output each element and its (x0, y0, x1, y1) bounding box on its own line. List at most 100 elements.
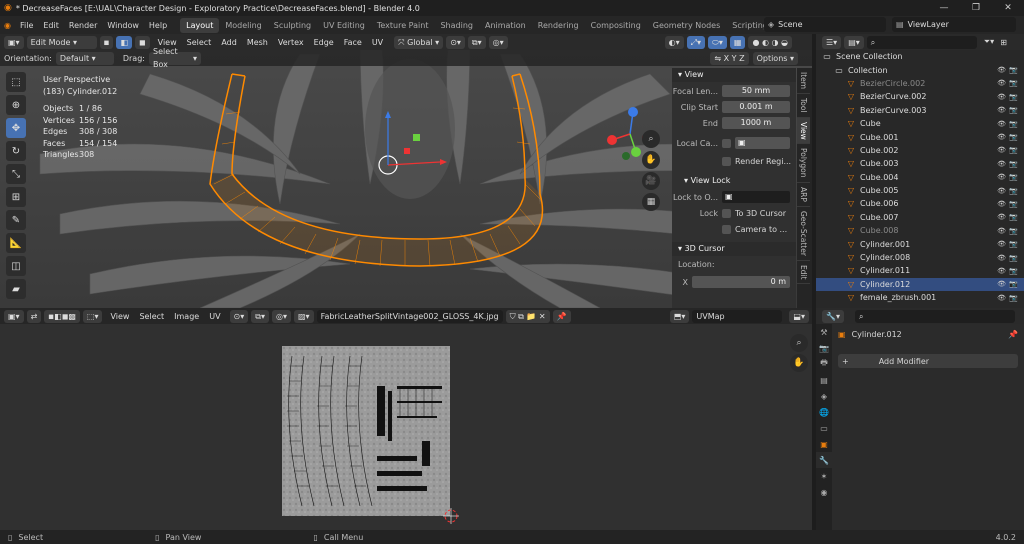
move-tool-icon[interactable]: ✥ (6, 118, 26, 138)
tab-view[interactable]: View (797, 117, 810, 145)
render-camera-icon[interactable]: 📷 (1009, 106, 1018, 114)
tab-animation[interactable]: Animation (479, 18, 532, 33)
3d-cursor-section-header[interactable]: ▾ 3D Cursor (672, 242, 796, 256)
uv-editor-type-icon[interactable]: ▣▾ (4, 309, 24, 323)
visibility-eye-icon[interactable]: 👁 (997, 133, 1006, 141)
clip-end-field[interactable]: 1000 m (722, 117, 790, 129)
clip-start-field[interactable]: 0.001 m (722, 101, 790, 113)
filter-icon[interactable]: ⏷▾ (984, 37, 994, 47)
uv-menu-view[interactable]: View (110, 312, 129, 321)
view-layer-selector[interactable]: ▤ ViewLayer (892, 17, 1016, 32)
add-modifier-button[interactable]: + Add Modifier (838, 354, 1018, 368)
lock-to-object-field[interactable]: ▣ (722, 191, 790, 203)
gizmo-toggle-icon[interactable]: ⤢▾ (686, 35, 706, 49)
outliner-item[interactable]: ▽ female_zbrush.001 👁 📷 (816, 291, 1024, 304)
outliner-item[interactable]: ▽ Cube 👁 📷 (816, 117, 1024, 130)
uv-snap-icon[interactable]: ⧉▾ (251, 309, 269, 323)
face-select-icon[interactable]: ◼ (135, 35, 150, 49)
properties-editor-type-icon[interactable]: 🔧▾ (822, 309, 844, 323)
visibility-eye-icon[interactable]: 👁 (997, 120, 1006, 128)
uv-zoom-icon[interactable]: ⌕ (790, 334, 808, 352)
menu-edge[interactable]: Edge (314, 38, 334, 47)
visibility-eye-icon[interactable]: 👁 (997, 254, 1006, 262)
shading-mode-icons[interactable]: ● ◐ ◑ ◒ (748, 35, 792, 49)
visibility-eye-icon[interactable]: 👁 (997, 160, 1006, 168)
menu-help[interactable]: Help (149, 21, 167, 30)
particles-tab-icon[interactable]: ✶ (816, 468, 832, 484)
menu-face[interactable]: Face (344, 38, 362, 47)
lock-3d-cursor-checkbox[interactable] (722, 208, 731, 218)
select-box-tool-icon[interactable]: ⬚ (6, 72, 26, 92)
tab-sculpting[interactable]: Sculpting (268, 18, 317, 33)
outliner-item[interactable]: ▽ BezierCurve.002 👁 📷 (816, 90, 1024, 103)
menu-mesh[interactable]: Mesh (247, 38, 268, 47)
tab-compositing[interactable]: Compositing (585, 18, 647, 33)
visibility-eye-icon[interactable]: 👁 (997, 173, 1006, 181)
camera-view-icon[interactable]: 🎥 (642, 172, 660, 190)
render-camera-icon[interactable]: 📷 (1009, 267, 1018, 275)
collection-tab-icon[interactable]: ▭ (816, 420, 832, 436)
transform-tool-icon[interactable]: ⊞ (6, 187, 26, 207)
ortho-grid-icon[interactable]: ▦ (642, 193, 660, 211)
tab-arp[interactable]: ARP (797, 183, 810, 207)
outliner-item[interactable]: ▽ Cube.001 👁 📷 (816, 130, 1024, 143)
render-camera-icon[interactable]: 📷 (1009, 200, 1018, 208)
outliner-item[interactable]: ▽ Cube.002 👁 📷 (816, 144, 1024, 157)
visibility-eye-icon[interactable]: 👁 (997, 146, 1006, 154)
outliner-search-field[interactable]: ⌕ (866, 35, 977, 49)
minimize-button[interactable]: — (928, 0, 960, 16)
visibility-eye-icon[interactable]: 👁 (997, 227, 1006, 235)
menu-vertex[interactable]: Vertex (278, 38, 304, 47)
tab-polygon[interactable]: Polygon (797, 144, 810, 183)
uv-select-mode-icons[interactable]: ◾◧◼▩ (44, 309, 80, 323)
modifier-tab-icon[interactable]: 🔧 (816, 452, 832, 468)
cursor-tool-icon[interactable]: ⊕ (6, 95, 26, 115)
tool-tab-icon[interactable]: ⚒ (816, 324, 832, 340)
sticky-select-icon[interactable]: ⬚▾ (82, 309, 103, 323)
rotate-tool-icon[interactable]: ↻ (6, 141, 26, 161)
tab-layout[interactable]: Layout (180, 17, 220, 33)
object-tab-icon[interactable]: ▣ (816, 436, 832, 452)
uv-editor[interactable]: ▣▾ ⇄ ◾◧◼▩ ⬚▾ View Select Image UV ⊙▾ ⧉▾ … (0, 308, 812, 530)
render-camera-icon[interactable]: 📷 (1009, 66, 1018, 74)
outliner-editor-type-icon[interactable]: ☰▾ (822, 35, 842, 49)
local-camera-field[interactable]: ▣ (735, 137, 790, 149)
blender-menu-icon[interactable]: ◉ (4, 21, 11, 30)
uv-sync-icon[interactable]: ⇄ (26, 309, 42, 323)
outliner-item[interactable]: ▽ BezierCircle.002 👁 📷 (816, 77, 1024, 90)
scene-selector[interactable]: ◈ Scene (764, 17, 886, 32)
properties-search-field[interactable]: ⌕ (854, 309, 1015, 323)
render-camera-icon[interactable]: 📷 (1009, 187, 1018, 195)
focal-length-field[interactable]: 50 mm (722, 85, 790, 97)
outliner-item[interactable]: ▽ Cube.007 👁 📷 (816, 211, 1024, 224)
pin-icon[interactable]: 📌 (552, 309, 571, 323)
xray-toggle-icon[interactable]: ▦ (729, 35, 746, 49)
mode-selector[interactable]: Edit Mode ▾ (26, 35, 97, 49)
menu-uv[interactable]: UV (372, 38, 383, 47)
outliner-item[interactable]: ▽ Cube.006 👁 📷 (816, 197, 1024, 210)
visibility-eye-icon[interactable]: 👁 (997, 240, 1006, 248)
render-camera-icon[interactable]: 📷 (1009, 160, 1018, 168)
pan-hand-icon[interactable]: ✋ (642, 151, 660, 169)
image-browse-icon[interactable]: ▨▾ (294, 309, 314, 323)
outliner-item[interactable]: ▽ Cube.008 👁 📷 (816, 224, 1024, 237)
visibility-eye-icon[interactable]: 👁 (997, 187, 1006, 195)
drag-dropdown[interactable]: Select Box ▾ (148, 47, 201, 69)
render-camera-icon[interactable]: 📷 (1009, 79, 1018, 87)
edge-select-icon[interactable]: ◧ (116, 35, 132, 49)
tab-item[interactable]: Item (797, 68, 810, 95)
tab-rendering[interactable]: Rendering (532, 18, 585, 33)
proportional-edit-icon[interactable]: ◎▾ (488, 35, 508, 49)
cursor-x-field[interactable]: 0 m (692, 276, 790, 288)
tab-shading[interactable]: Shading (434, 18, 479, 33)
visibility-eye-icon[interactable]: 👁 (997, 106, 1006, 114)
render-camera-icon[interactable]: 📷 (1009, 280, 1018, 288)
add-cube-tool-icon[interactable]: ◫ (6, 256, 26, 276)
uv-overlay-icon[interactable]: ⬓▾ (789, 309, 809, 323)
uvmap-field[interactable]: UVMap (692, 309, 783, 323)
pivot-icon[interactable]: ⊙▾ (446, 35, 465, 49)
visibility-eye-icon[interactable]: 👁 (997, 93, 1006, 101)
outliner-item[interactable]: ▽ Cylinder.012 👁 📷 (816, 277, 1024, 292)
menu-edit[interactable]: Edit (43, 21, 59, 30)
menu-add[interactable]: Add (221, 38, 237, 47)
